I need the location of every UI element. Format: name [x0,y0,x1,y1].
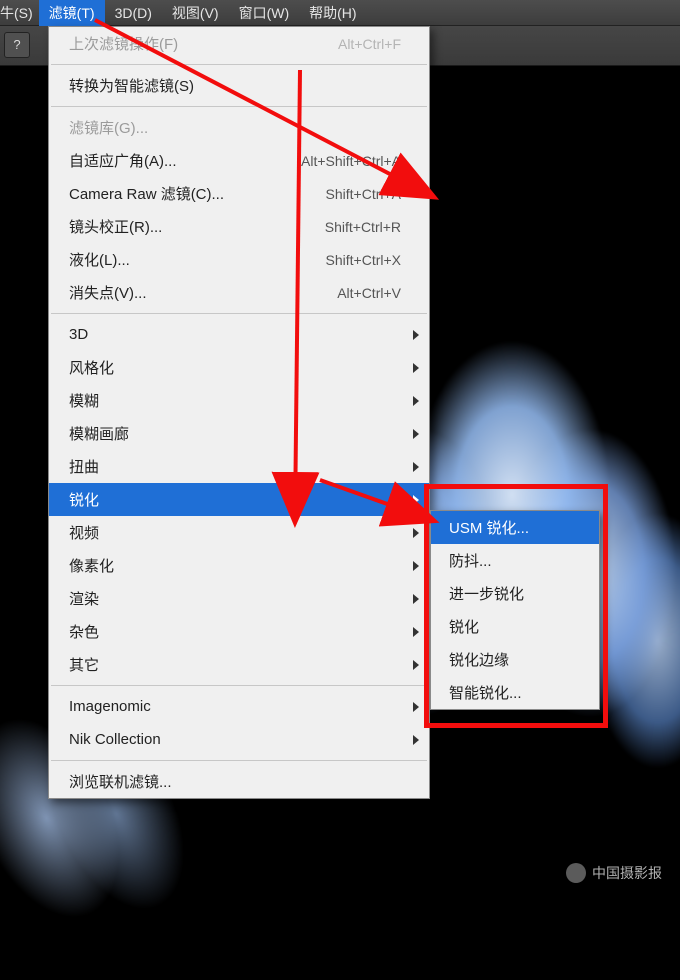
menu-other[interactable]: 其它 [49,648,429,681]
menu-item-label: 浏览联机滤镜... [69,771,172,792]
menu-vanishing-point[interactable]: 消失点(V)... Alt+Ctrl+V [49,276,429,309]
menu-blur-gallery[interactable]: 模糊画廊 [49,417,429,450]
menu-filter[interactable]: 滤镜(T) [39,0,105,26]
menu-separator [51,313,427,314]
submenu-sharpen-edges[interactable]: 锐化边缘 [431,643,599,676]
menu-item-label: 锐化 [69,489,99,510]
menu-convert-smart[interactable]: 转换为智能滤镜(S) [49,69,429,102]
menu-item-label: 模糊画廊 [69,423,129,444]
watermark-text: 中国摄影报 [592,863,662,883]
watermark: 中国摄影报 [566,863,662,883]
menu-browse-online[interactable]: 浏览联机滤镜... [49,765,429,798]
menu-item-label: Camera Raw 滤镜(C)... [69,183,224,204]
menu-item-label: Nik Collection [69,731,161,748]
submenu-arrow-icon [413,561,419,571]
menu-item-label: 其它 [69,654,99,675]
menu-view[interactable]: 视图(V) [162,0,229,26]
submenu-arrow-icon [413,702,419,712]
menu-sharpen[interactable]: 锐化 [49,483,429,516]
menu-last-filter[interactable]: 上次滤镜操作(F) Alt+Ctrl+F [49,27,429,60]
menu-item-label: 锐化 [449,616,479,637]
submenu-shake-reduction[interactable]: 防抖... [431,544,599,577]
submenu-smart-sharpen[interactable]: 智能锐化... [431,676,599,709]
wechat-icon [566,863,586,883]
menu-render[interactable]: 渲染 [49,582,429,615]
menu-item-shortcut: Alt+Ctrl+F [338,36,401,52]
menu-item-label: 进一步锐化 [449,583,524,604]
menu-item-label: 自适应广角(A)... [69,150,177,171]
menu-item-label: 防抖... [449,550,492,571]
menu-video[interactable]: 视频 [49,516,429,549]
menu-camera-raw[interactable]: Camera Raw 滤镜(C)... Shift+Ctrl+A [49,177,429,210]
menu-pixelate[interactable]: 像素化 [49,549,429,582]
menu-bar: 牛(S) 滤镜(T) 3D(D) 视图(V) 窗口(W) 帮助(H) [0,0,680,26]
menu-separator [51,106,427,107]
menu-item-shortcut: Shift+Ctrl+X [326,252,401,268]
menu-item-label: 智能锐化... [449,682,522,703]
submenu-usm-sharpen[interactable]: USM 锐化... [431,511,599,544]
menu-imagenomic[interactable]: Imagenomic [49,690,429,723]
menu-item-shortcut: Alt+Ctrl+V [337,285,401,301]
menu-help[interactable]: 帮助(H) [299,0,366,26]
menu-item-label: USM 锐化... [449,517,529,538]
menu-item-label: 滤镜库(G)... [69,117,148,138]
submenu-arrow-icon [413,429,419,439]
menu-item-label: 3D [69,326,88,343]
submenu-arrow-icon [413,735,419,745]
menu-item-label: 渲染 [69,588,99,609]
submenu-arrow-icon [413,594,419,604]
menu-separator [51,685,427,686]
menu-stylize[interactable]: 风格化 [49,351,429,384]
menu-item-label: 液化(L)... [69,249,130,270]
submenu-arrow-icon [413,495,419,505]
submenu-arrow-icon [413,528,419,538]
menu-item-label: 像素化 [69,555,114,576]
menu-separator [51,64,427,65]
menu-item-shortcut: Alt+Shift+Ctrl+A [301,153,401,169]
menu-item-label: 消失点(V)... [69,282,147,303]
submenu-arrow-icon [413,330,419,340]
menu-partial: 牛(S) [0,0,39,26]
menu-item-label: 锐化边缘 [449,649,509,670]
menu-window[interactable]: 窗口(W) [229,0,300,26]
menu-distort[interactable]: 扭曲 [49,450,429,483]
menu-item-label: 模糊 [69,390,99,411]
menu-item-label: 上次滤镜操作(F) [69,33,178,54]
menu-item-label: 视频 [69,522,99,543]
menu-blur[interactable]: 模糊 [49,384,429,417]
menu-noise[interactable]: 杂色 [49,615,429,648]
menu-lens-correction[interactable]: 镜头校正(R)... Shift+Ctrl+R [49,210,429,243]
filter-dropdown: 上次滤镜操作(F) Alt+Ctrl+F 转换为智能滤镜(S) 滤镜库(G)..… [48,26,430,799]
menu-item-shortcut: Shift+Ctrl+R [325,219,401,235]
menu-nik-collection[interactable]: Nik Collection [49,723,429,756]
menu-adaptive-wide[interactable]: 自适应广角(A)... Alt+Shift+Ctrl+A [49,144,429,177]
submenu-arrow-icon [413,396,419,406]
submenu-arrow-icon [413,462,419,472]
menu-item-shortcut: Shift+Ctrl+A [326,186,401,202]
menu-item-label: 扭曲 [69,456,99,477]
toolbar-button[interactable]: ? [4,32,30,58]
menu-filter-gallery[interactable]: 滤镜库(G)... [49,111,429,144]
submenu-sharpen-more[interactable]: 进一步锐化 [431,577,599,610]
submenu-arrow-icon [413,363,419,373]
menu-item-label: 镜头校正(R)... [69,216,162,237]
menu-separator [51,760,427,761]
menu-3d-sub[interactable]: 3D [49,318,429,351]
menu-item-label: 风格化 [69,357,114,378]
menu-item-label: 杂色 [69,621,99,642]
menu-item-label: Imagenomic [69,698,151,715]
submenu-arrow-icon [413,660,419,670]
sharpen-submenu: USM 锐化... 防抖... 进一步锐化 锐化 锐化边缘 智能锐化... [430,510,600,710]
menu-liquify[interactable]: 液化(L)... Shift+Ctrl+X [49,243,429,276]
submenu-sharpen[interactable]: 锐化 [431,610,599,643]
menu-item-label: 转换为智能滤镜(S) [69,75,194,96]
submenu-arrow-icon [413,627,419,637]
menu-3d[interactable]: 3D(D) [105,2,162,24]
